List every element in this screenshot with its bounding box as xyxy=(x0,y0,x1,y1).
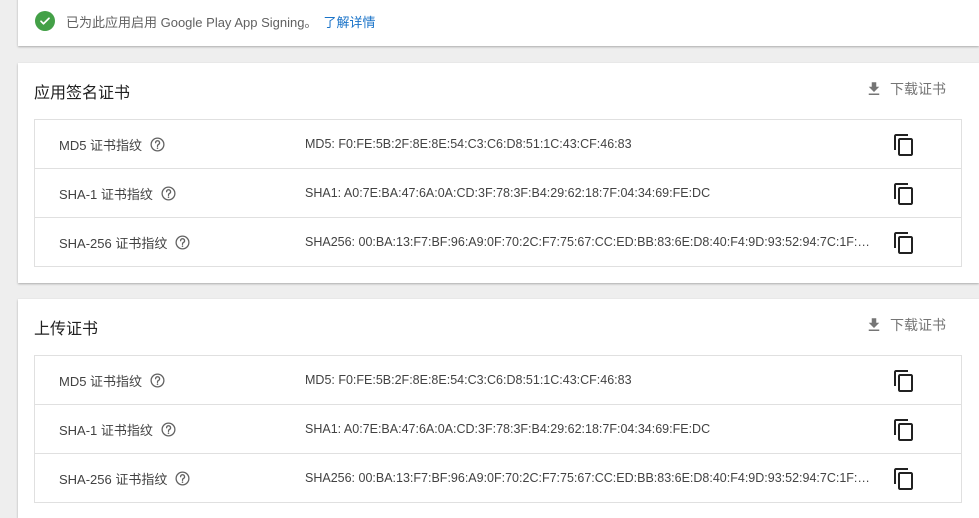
signing-status-card: 已为此应用启用 Google Play App Signing。 了解详情 xyxy=(18,0,979,46)
fingerprint-label-text: SHA-1 证书指纹 xyxy=(59,186,153,202)
fingerprint-label-text: MD5 证书指纹 xyxy=(59,137,143,153)
copy-icon xyxy=(894,370,913,392)
table-row: SHA-1 证书指纹 SHA1: A0:7E:BA:47:6A:0A:CD:3F… xyxy=(35,405,961,454)
help-icon[interactable] xyxy=(174,470,191,487)
fingerprint-label: SHA-256 证书指纹 xyxy=(59,218,191,266)
status-text: 已为此应用启用 Google Play App Signing。 xyxy=(66,14,318,30)
copy-button[interactable] xyxy=(891,368,917,394)
fingerprint-label-text: SHA-1 证书指纹 xyxy=(59,422,153,438)
copy-icon xyxy=(894,468,913,490)
copy-icon xyxy=(894,232,913,254)
help-icon[interactable] xyxy=(160,421,177,438)
copy-icon xyxy=(894,419,913,441)
copy-icon xyxy=(894,183,913,205)
table-row: SHA-256 证书指纹 SHA256: 00:BA:13:F7:BF:96:A… xyxy=(35,454,961,502)
table-row: SHA-256 证书指纹 SHA256: 00:BA:13:F7:BF:96:A… xyxy=(35,218,961,266)
fingerprint-label: SHA-1 证书指纹 xyxy=(59,405,177,453)
download-icon xyxy=(868,82,880,95)
signing-status: 已为此应用启用 Google Play App Signing。 了解详情 xyxy=(35,10,375,32)
check-circle-icon xyxy=(35,11,55,31)
fingerprint-value-text: MD5: F0:FE:5B:2F:8E:8E:54:C3:C6:D8:51:1C… xyxy=(305,373,632,387)
fingerprint-value: SHA1: A0:7E:BA:47:6A:0A:CD:3F:78:3F:B4:2… xyxy=(305,169,875,217)
fingerprint-value-text: SHA256: 00:BA:13:F7:BF:96:A9:0F:70:2C:F7… xyxy=(305,235,875,249)
table-row: SHA-1 证书指纹 SHA1: A0:7E:BA:47:6A:0A:CD:3F… xyxy=(35,169,961,218)
copy-button[interactable] xyxy=(891,230,917,256)
fingerprint-value: SHA256: 00:BA:13:F7:BF:96:A9:0F:70:2C:F7… xyxy=(305,454,875,502)
copy-icon xyxy=(894,134,913,156)
fingerprint-label-text: SHA-256 证书指纹 xyxy=(59,471,168,487)
fingerprint-value: SHA256: 00:BA:13:F7:BF:96:A9:0F:70:2C:F7… xyxy=(305,218,875,266)
fingerprint-table: MD5 证书指纹 MD5: F0:FE:5B:2F:8E:8E:54:C3:C6… xyxy=(34,119,962,267)
copy-button[interactable] xyxy=(891,417,917,443)
download-label: 下载证书 xyxy=(890,317,946,333)
fingerprint-value: MD5: F0:FE:5B:2F:8E:8E:54:C3:C6:D8:51:1C… xyxy=(305,120,875,168)
help-icon[interactable] xyxy=(149,136,166,153)
fingerprint-label-text: SHA-256 证书指纹 xyxy=(59,235,168,251)
fingerprint-label: MD5 证书指纹 xyxy=(59,120,166,168)
fingerprint-value-text: SHA1: A0:7E:BA:47:6A:0A:CD:3F:78:3F:B4:2… xyxy=(305,422,711,436)
help-icon[interactable] xyxy=(174,234,191,251)
download-icon xyxy=(868,318,880,331)
app-signing-certificate-card: 应用签名证书 下载证书 MD5 证书指纹 MD5: F0:FE:5B:2F:8E… xyxy=(18,63,979,283)
fingerprint-label: SHA-256 证书指纹 xyxy=(59,454,191,502)
help-icon[interactable] xyxy=(160,185,177,202)
fingerprint-label-text: MD5 证书指纹 xyxy=(59,373,143,389)
copy-button[interactable] xyxy=(891,466,917,492)
copy-button[interactable] xyxy=(891,132,917,158)
table-row: MD5 证书指纹 MD5: F0:FE:5B:2F:8E:8E:54:C3:C6… xyxy=(35,120,961,169)
fingerprint-table: MD5 证书指纹 MD5: F0:FE:5B:2F:8E:8E:54:C3:C6… xyxy=(34,355,962,503)
section-title: 应用签名证书 xyxy=(34,85,131,102)
fingerprint-label: MD5 证书指纹 xyxy=(59,356,166,404)
fingerprint-value-text: SHA1: A0:7E:BA:47:6A:0A:CD:3F:78:3F:B4:2… xyxy=(305,186,711,200)
fingerprint-value: SHA1: A0:7E:BA:47:6A:0A:CD:3F:78:3F:B4:2… xyxy=(305,405,875,453)
table-row: MD5 证书指纹 MD5: F0:FE:5B:2F:8E:8E:54:C3:C6… xyxy=(35,356,961,405)
download-certificate-button[interactable]: 下载证书 xyxy=(865,78,946,100)
fingerprint-label: SHA-1 证书指纹 xyxy=(59,169,177,217)
fingerprint-value-text: SHA256: 00:BA:13:F7:BF:96:A9:0F:70:2C:F7… xyxy=(305,471,875,485)
upload-certificate-card: 上传证书 下载证书 MD5 证书指纹 MD5: F0:FE:5B:2F:8E:8… xyxy=(18,299,979,518)
section-title: 上传证书 xyxy=(34,321,99,338)
download-certificate-button[interactable]: 下载证书 xyxy=(865,314,946,336)
fingerprint-value: MD5: F0:FE:5B:2F:8E:8E:54:C3:C6:D8:51:1C… xyxy=(305,356,875,404)
copy-button[interactable] xyxy=(891,181,917,207)
fingerprint-value-text: MD5: F0:FE:5B:2F:8E:8E:54:C3:C6:D8:51:1C… xyxy=(305,137,632,151)
learn-more-link[interactable]: 了解详情 xyxy=(323,12,375,31)
download-label: 下载证书 xyxy=(890,81,946,97)
help-icon[interactable] xyxy=(149,372,166,389)
